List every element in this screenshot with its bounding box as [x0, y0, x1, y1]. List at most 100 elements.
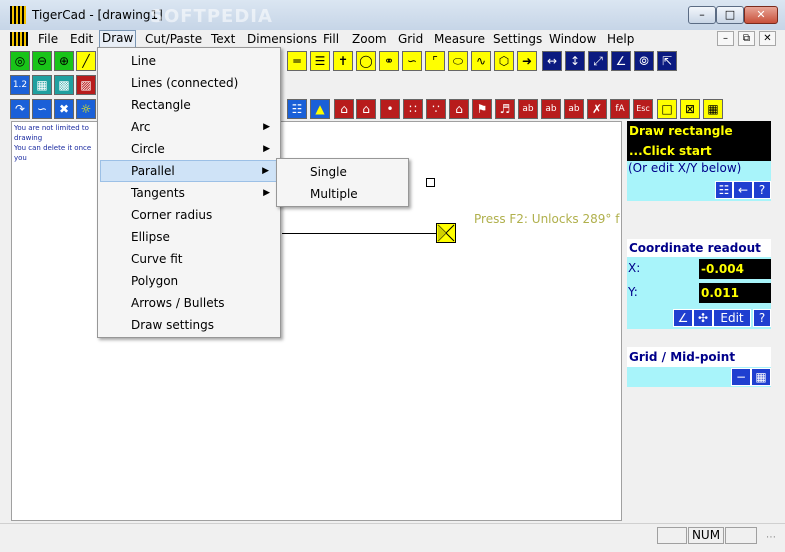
- scale-grid-button[interactable]: ▦: [32, 75, 52, 95]
- snap-cross-button[interactable]: ✣: [693, 309, 713, 327]
- tangent-line-button[interactable]: ◯: [356, 51, 376, 71]
- parallel-single[interactable]: Single: [279, 161, 406, 183]
- draw-menu-arrows-bullets-label: Arrows / Bullets: [131, 296, 225, 310]
- select-all-button[interactable]: ▦: [703, 99, 723, 119]
- cross-snap-button[interactable]: ✖: [54, 99, 74, 119]
- y-value[interactable]: 0.011: [699, 283, 771, 303]
- draw-menu-arc[interactable]: Arc ▶: [100, 116, 278, 138]
- back-button[interactable]: ←: [733, 181, 753, 199]
- help-button-1[interactable]: ?: [753, 181, 771, 199]
- grid-toggle-button[interactable]: ▦: [751, 368, 771, 386]
- radius-dim-button[interactable]: ⦾: [634, 51, 654, 71]
- draw-menu-corner-radius[interactable]: Corner radius: [100, 204, 278, 226]
- zoom-fit-button[interactable]: ◎: [10, 51, 30, 71]
- text-ab-button[interactable]: ab: [518, 99, 538, 119]
- start-point-marker-icon[interactable]: [436, 223, 456, 243]
- select-cross-button[interactable]: ⊠: [680, 99, 700, 119]
- fill-house-button[interactable]: ⌂: [334, 99, 354, 119]
- text-ab3-button[interactable]: ab: [564, 99, 584, 119]
- draw-menu-ellipse[interactable]: Ellipse: [100, 226, 278, 248]
- columns-panel-button[interactable]: ☷: [715, 181, 733, 199]
- text-ab2-button[interactable]: ab: [541, 99, 561, 119]
- point-line-button[interactable]: ✝: [333, 51, 353, 71]
- hline-tool-button[interactable]: ═: [287, 51, 307, 71]
- menu-dimensions[interactable]: Dimensions: [245, 31, 319, 47]
- dline-tool-button[interactable]: ☰: [310, 51, 330, 71]
- draw-menu-tangents[interactable]: Tangents ▶: [100, 182, 278, 204]
- arrow-tool-button[interactable]: ➜: [517, 51, 537, 71]
- bucket-icon: ⚑: [476, 102, 488, 116]
- maximize-button[interactable]: □: [716, 6, 744, 24]
- leader-dim-button[interactable]: ⇱: [657, 51, 677, 71]
- draw-menu-rectangle[interactable]: Rectangle: [100, 94, 278, 116]
- ellipse-tool-button[interactable]: ⬭: [448, 51, 468, 71]
- parallel-multiple-label: Multiple: [310, 187, 358, 201]
- draw-menu-parallel[interactable]: Parallel ▶: [100, 160, 278, 182]
- polygon-tool-button[interactable]: ⬡: [494, 51, 514, 71]
- point-line-icon: ✝: [337, 54, 349, 68]
- edit-button[interactable]: Edit: [713, 309, 751, 327]
- fill-dot-button[interactable]: •: [380, 99, 400, 119]
- fill-pattern-button[interactable]: ∵: [426, 99, 446, 119]
- draw-menu-arrows-bullets[interactable]: Arrows / Bullets: [100, 292, 278, 314]
- minimize-button[interactable]: –: [688, 6, 716, 24]
- hatch-button[interactable]: ▨: [76, 75, 96, 95]
- fill-solid-button[interactable]: ⌂: [449, 99, 469, 119]
- menu-edit[interactable]: Edit: [68, 31, 95, 47]
- fill-dots-button[interactable]: ∷: [403, 99, 423, 119]
- hdim-button[interactable]: ↔: [542, 51, 562, 71]
- fill-bucket-button[interactable]: ⚑: [472, 99, 492, 119]
- draw-menu-line[interactable]: Line: [100, 50, 278, 72]
- angle-dim-button[interactable]: ∠: [611, 51, 631, 71]
- curve-snap-button[interactable]: ∽: [32, 99, 52, 119]
- shapes-button[interactable]: ▲: [310, 99, 330, 119]
- draw-menu-draw-settings[interactable]: Draw settings: [100, 314, 278, 336]
- corner-tool-button[interactable]: ⌜: [425, 51, 445, 71]
- menu-file[interactable]: File: [36, 31, 60, 47]
- text-delete-button[interactable]: ✗: [587, 99, 607, 119]
- draw-menu-curve-fit[interactable]: Curve fit: [100, 248, 278, 270]
- grid-button[interactable]: ▩: [54, 75, 74, 95]
- menu-draw[interactable]: Draw: [99, 30, 137, 48]
- draw-menu-lines-connected[interactable]: Lines (connected): [100, 72, 278, 94]
- text-insert-button[interactable]: ♬: [495, 99, 515, 119]
- curve-tool-button[interactable]: ∽: [402, 51, 422, 71]
- line-tool-button[interactable]: ╱: [76, 51, 96, 71]
- help-button-2[interactable]: ?: [753, 309, 771, 327]
- zoom-in-button[interactable]: ⊕: [54, 51, 74, 71]
- arc-line-button[interactable]: ⚭: [379, 51, 399, 71]
- columns-button[interactable]: ☷: [287, 99, 307, 119]
- mid-point-button[interactable]: −: [731, 368, 751, 386]
- scale-button[interactable]: 1.2: [10, 75, 30, 95]
- close-button[interactable]: ✕: [744, 6, 778, 24]
- menu-zoom[interactable]: Zoom: [350, 31, 389, 47]
- draw-menu-polygon[interactable]: Polygon: [100, 270, 278, 292]
- menu-fill[interactable]: Fill: [321, 31, 341, 47]
- menu-grid[interactable]: Grid: [396, 31, 425, 47]
- escape-button[interactable]: Esc: [633, 99, 653, 119]
- vdim-button[interactable]: ↕: [565, 51, 585, 71]
- parallel-multiple[interactable]: Multiple: [279, 183, 406, 205]
- menu-text[interactable]: Text: [209, 31, 237, 47]
- mdi-close-button[interactable]: ✕: [759, 31, 776, 46]
- wave-tool-button[interactable]: ∿: [471, 51, 491, 71]
- menu-measure[interactable]: Measure: [432, 31, 487, 47]
- measure-angle-button[interactable]: ∠: [673, 309, 693, 327]
- resize-grip-icon[interactable]: ⋯: [766, 532, 776, 543]
- select-box-button[interactable]: □: [657, 99, 677, 119]
- menu-help[interactable]: Help: [605, 31, 636, 47]
- mdi-minimize-button[interactable]: –: [717, 31, 734, 46]
- mdi-restore-button[interactable]: ⧉: [738, 31, 755, 46]
- x-value[interactable]: -0.004: [699, 259, 771, 279]
- adim-button[interactable]: ⤢: [588, 51, 608, 71]
- menu-window[interactable]: Window: [547, 31, 598, 47]
- light-snap-button[interactable]: ☼: [76, 99, 96, 119]
- curve-icon: ∽: [406, 54, 418, 68]
- zoom-out-button[interactable]: ⊖: [32, 51, 52, 71]
- font-button[interactable]: fA: [610, 99, 630, 119]
- menu-settings[interactable]: Settings: [491, 31, 544, 47]
- fill-outline-button[interactable]: ⌂: [356, 99, 376, 119]
- draw-menu-circle[interactable]: Circle ▶: [100, 138, 278, 160]
- arc-snap-button[interactable]: ↷: [10, 99, 30, 119]
- menu-cut-paste[interactable]: Cut/Paste: [143, 31, 204, 47]
